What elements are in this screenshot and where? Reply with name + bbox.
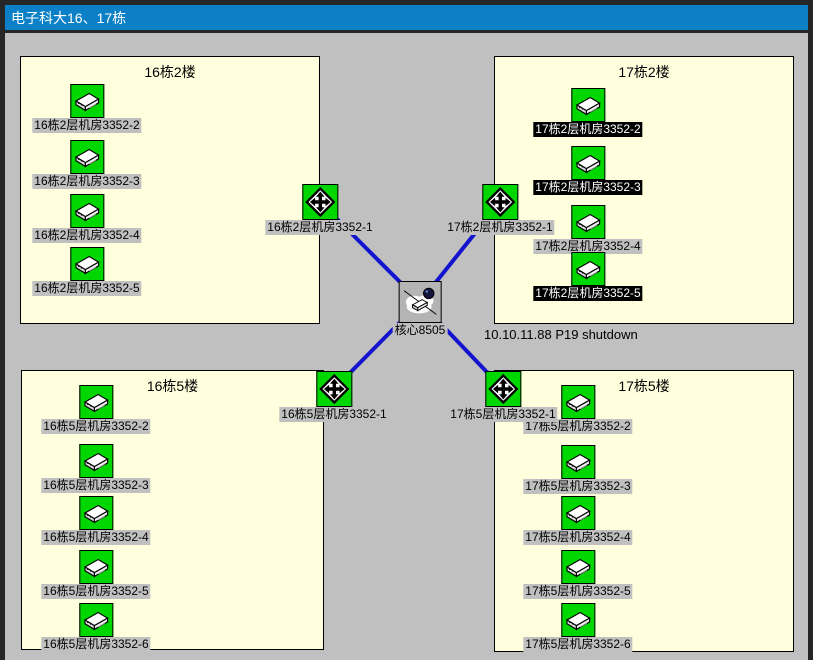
device-label: 17栋2层机房3352-2 [533, 122, 642, 137]
window-border-top [0, 0, 813, 5]
switch-icon [70, 194, 104, 228]
device-node[interactable]: 17栋2层机房3352-2 [533, 88, 642, 137]
router-icon [482, 184, 518, 220]
device-label: 16栋5层机房3352-4 [41, 530, 150, 545]
router-label: 16栋2层机房3352-1 [265, 220, 374, 235]
switch-icon [79, 385, 113, 419]
router-node[interactable]: 17栋5层机房3352-1 [448, 371, 557, 422]
device-label: 16栋5层机房3352-5 [41, 584, 150, 599]
device-node[interactable]: 16栋5层机房3352-4 [41, 496, 150, 545]
device-node[interactable]: 17栋5层机房3352-4 [523, 496, 632, 545]
switch-icon [561, 385, 595, 419]
switch-icon [571, 146, 605, 180]
router-node[interactable]: 16栋5层机房3352-1 [279, 371, 388, 422]
switch-icon [70, 247, 104, 281]
device-node[interactable]: 16栋2层机房3352-3 [32, 140, 141, 189]
device-node[interactable]: 16栋5层机房3352-3 [41, 444, 150, 493]
switch-icon [571, 88, 605, 122]
device-node[interactable]: 17栋2层机房3352-5 [533, 252, 642, 301]
device-label: 17栋2层机房3352-5 [533, 286, 642, 301]
switch-icon [561, 496, 595, 530]
device-label: 16栋5层机房3352-3 [41, 478, 150, 493]
device-node[interactable]: 17栋5层机房3352-3 [523, 445, 632, 494]
router-icon [316, 371, 352, 407]
shutdown-annotation: 10.10.11.88 P19 shutdown [484, 327, 638, 342]
device-node[interactable]: 16栋2层机房3352-2 [32, 84, 141, 133]
device-label: 17栋5层机房3352-4 [523, 530, 632, 545]
device-label: 16栋2层机房3352-3 [32, 174, 141, 189]
router-node[interactable]: 17栋2层机房3352-1 [445, 184, 554, 235]
switch-icon [79, 603, 113, 637]
router-label: 16栋5层机房3352-1 [279, 407, 388, 422]
switch-icon [571, 205, 605, 239]
router-label: 17栋5层机房3352-1 [448, 407, 557, 422]
router-icon [302, 184, 338, 220]
device-node[interactable]: 16栋2层机房3352-4 [32, 194, 141, 243]
device-node[interactable]: 16栋5层机房3352-6 [41, 603, 150, 652]
switch-icon [70, 84, 104, 118]
device-label: 16栋5层机房3352-6 [41, 637, 150, 652]
device-node[interactable]: 17栋5层机房3352-6 [523, 603, 632, 652]
device-label: 16栋5层机房3352-2 [41, 419, 150, 434]
switch-icon [561, 603, 595, 637]
device-node[interactable]: 16栋5层机房3352-5 [41, 550, 150, 599]
switch-icon [70, 140, 104, 174]
core-switch-icon [398, 281, 441, 323]
device-label: 17栋5层机房3352-5 [523, 584, 632, 599]
router-label: 17栋2层机房3352-1 [445, 220, 554, 235]
window-title: 电子科大16、17栋 [11, 8, 126, 28]
network-map-window: 电子科大16、17栋 16栋2楼 17栋2楼 16栋5楼 17栋5楼 16栋2层… [0, 0, 813, 660]
switch-icon [79, 444, 113, 478]
switch-icon [571, 252, 605, 286]
switch-icon [561, 445, 595, 479]
window-border-right [808, 0, 813, 660]
router-node[interactable]: 16栋2层机房3352-1 [265, 184, 374, 235]
switch-icon [79, 550, 113, 584]
device-node[interactable]: 16栋5层机房3352-2 [41, 385, 150, 434]
core-switch-node[interactable]: 核心8505 [393, 281, 448, 338]
switch-icon [79, 496, 113, 530]
device-label: 16栋2层机房3352-5 [32, 281, 141, 296]
switch-icon [561, 550, 595, 584]
device-node[interactable]: 16栋2层机房3352-5 [32, 247, 141, 296]
device-node[interactable]: 17栋5层机房3352-5 [523, 550, 632, 599]
device-label: 17栋5层机房3352-3 [523, 479, 632, 494]
device-label: 16栋2层机房3352-2 [32, 118, 141, 133]
core-switch-label: 核心8505 [393, 323, 448, 338]
device-label: 16栋2层机房3352-4 [32, 228, 141, 243]
router-icon [485, 371, 521, 407]
window-border-left [0, 0, 5, 660]
device-label: 17栋5层机房3352-6 [523, 637, 632, 652]
window-titlebar[interactable]: 电子科大16、17栋 [5, 5, 813, 33]
